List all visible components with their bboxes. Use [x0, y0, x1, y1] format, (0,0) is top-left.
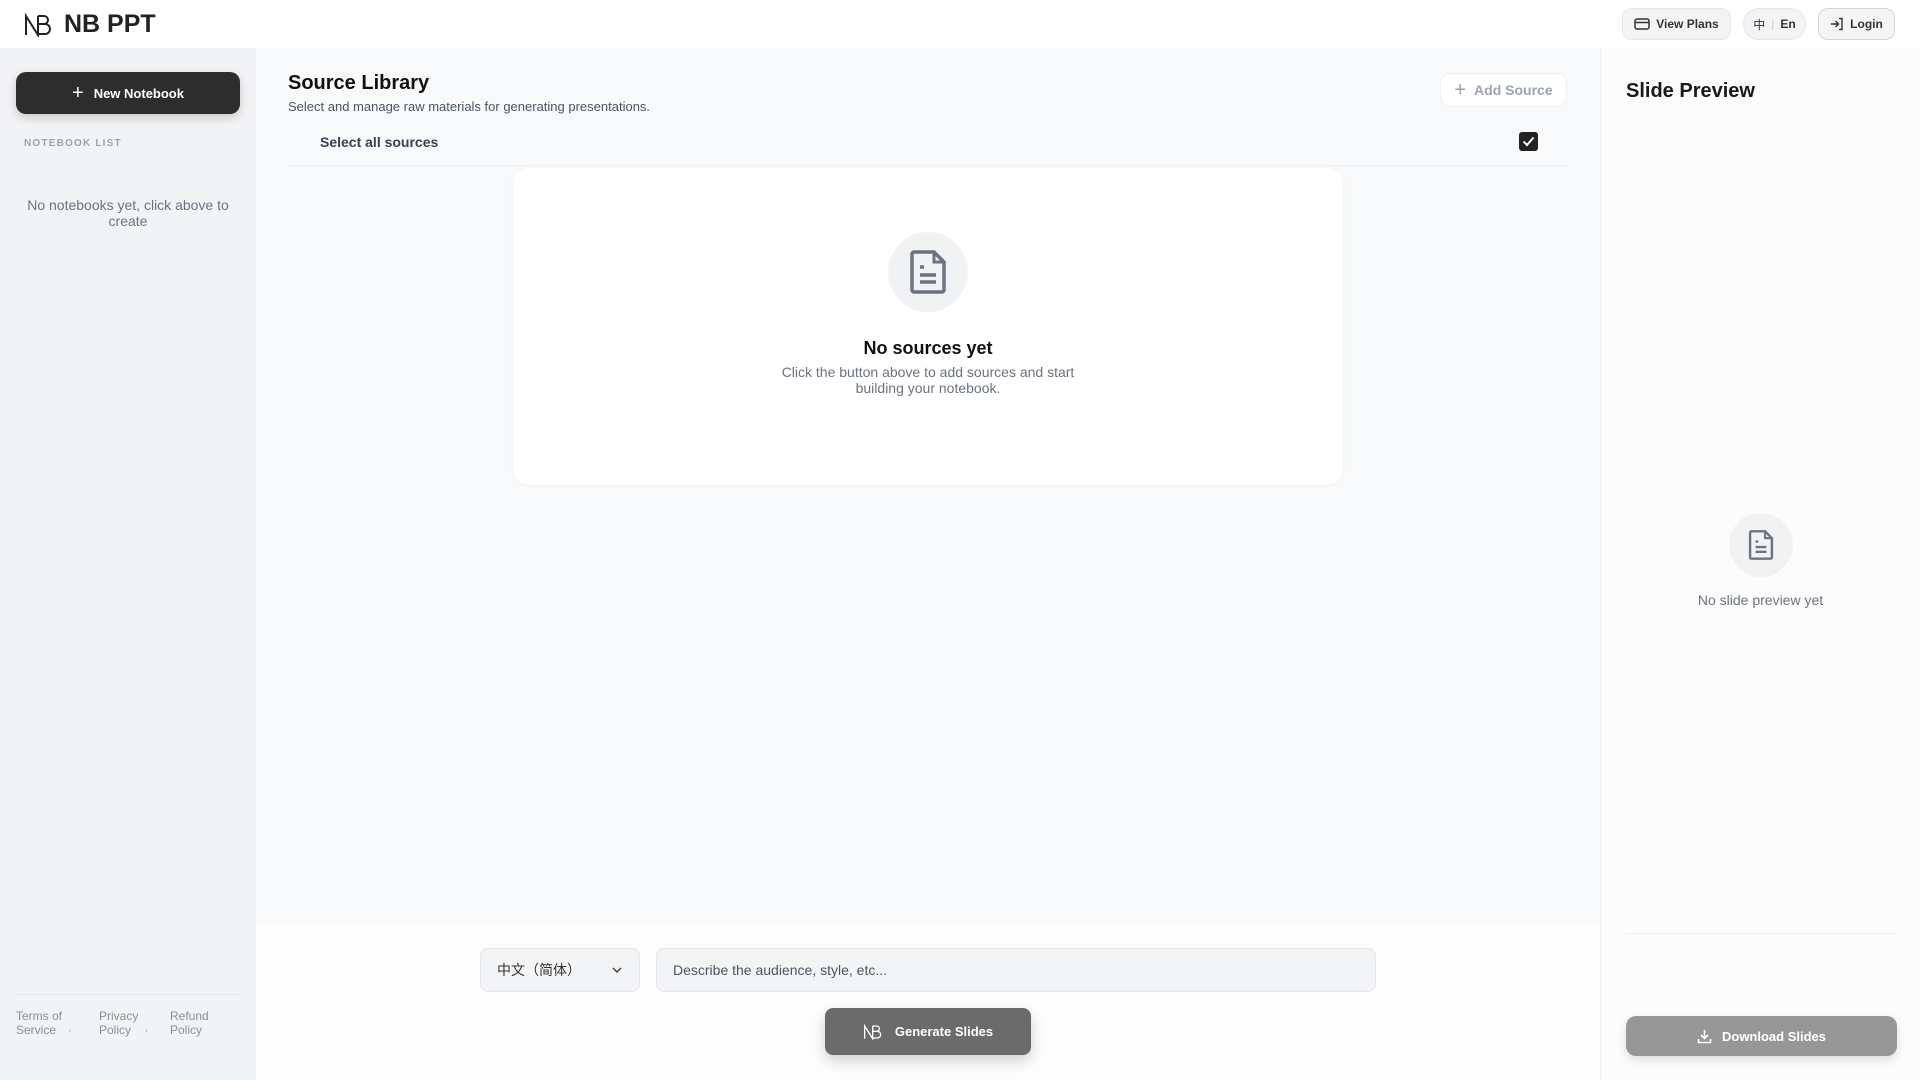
notebook-list-label: NOTEBOOK LIST	[24, 138, 122, 149]
app-name: NB PPT	[64, 10, 156, 38]
select-all-checkbox[interactable]	[1519, 132, 1538, 151]
document-icon-circle	[1729, 513, 1793, 577]
language-value: 中文（简体）	[497, 962, 581, 978]
link-text: Service	[16, 1023, 57, 1037]
sidebar: + New Notebook NOTEBOOK LIST No notebook…	[0, 48, 256, 1080]
new-notebook-label: New Notebook	[93, 85, 184, 101]
separator: ·	[68, 1023, 73, 1037]
empty-description: Click the button above to add sources an…	[781, 364, 1075, 396]
source-library: Source Library Select and manage raw mat…	[256, 48, 1600, 924]
link-text: Privacy	[99, 1009, 139, 1023]
divider	[1626, 933, 1897, 934]
check-icon	[1522, 136, 1535, 147]
generate-label: Generate Slides	[894, 1024, 994, 1039]
login-icon	[1831, 17, 1843, 31]
login-label: Login	[1850, 17, 1883, 31]
link-text: Policy	[170, 1023, 203, 1037]
select-all-label: Select all sources	[320, 133, 439, 150]
top-bar: NB PPT View Plans 中 | En Login	[0, 0, 1920, 48]
separator: ·	[144, 1023, 149, 1037]
lang-en[interactable]: En	[1780, 17, 1795, 31]
view-plans-button[interactable]: View Plans	[1622, 8, 1731, 40]
privacy-link[interactable]: Privacy Policy ·	[99, 1009, 170, 1037]
empty-title: No sources yet	[863, 338, 993, 358]
composer-bar: 中文（简体） Generate Slides	[256, 924, 1600, 1080]
refund-link[interactable]: Refund Policy	[170, 1009, 209, 1037]
prompt-input[interactable]	[656, 948, 1376, 992]
document-icon	[1748, 530, 1774, 560]
document-icon-circle	[888, 232, 968, 312]
generate-slides-button[interactable]: Generate Slides	[825, 1008, 1031, 1055]
page-subtitle: Select and manage raw materials for gene…	[288, 99, 651, 114]
add-source-label: Add Source	[1474, 82, 1553, 98]
lang-zh[interactable]: 中	[1753, 16, 1765, 33]
logo[interactable]: NB PPT	[24, 10, 156, 39]
page-title: Source Library	[288, 72, 430, 94]
new-notebook-button[interactable]: + New Notebook	[16, 72, 240, 114]
link-text: Policy	[99, 1023, 132, 1037]
download-label: Download Slides	[1721, 1028, 1826, 1044]
logo-icon	[863, 1023, 882, 1040]
terms-link[interactable]: Terms of Service ·	[16, 1009, 99, 1037]
login-button[interactable]: Login	[1818, 8, 1895, 40]
empty-sources-card: No sources yet Click the button above to…	[513, 168, 1343, 485]
lang-divider: |	[1771, 17, 1775, 31]
notebook-empty-text: No notebooks yet, click above to create	[27, 197, 229, 229]
card-icon	[1634, 18, 1650, 30]
language-toggle[interactable]: 中 | En	[1743, 8, 1806, 40]
slide-preview-panel: Slide Preview No slide preview yet Downl…	[1600, 48, 1920, 1080]
plus-icon: +	[72, 81, 84, 104]
sidebar-footer: Terms of Service · Privacy Policy · Refund Po…	[16, 994, 240, 1037]
link-text: Refund	[170, 1009, 209, 1023]
download-slides-button[interactable]: Download Slides	[1626, 1016, 1897, 1056]
download-icon	[1697, 1029, 1712, 1043]
view-plans-label: View Plans	[1656, 17, 1719, 31]
add-source-button[interactable]: + Add Source	[1440, 73, 1567, 107]
plus-icon: +	[1454, 78, 1467, 101]
language-select[interactable]: 中文（简体）	[480, 948, 640, 992]
no-preview-text: No slide preview yet	[1697, 592, 1824, 608]
logo-icon	[25, 12, 51, 37]
chevron-down-icon	[612, 967, 622, 974]
document-icon	[910, 250, 946, 294]
select-all-row: Select all sources	[288, 118, 1568, 166]
slide-preview-title: Slide Preview	[1626, 80, 1755, 102]
link-text: Terms of	[16, 1009, 63, 1023]
